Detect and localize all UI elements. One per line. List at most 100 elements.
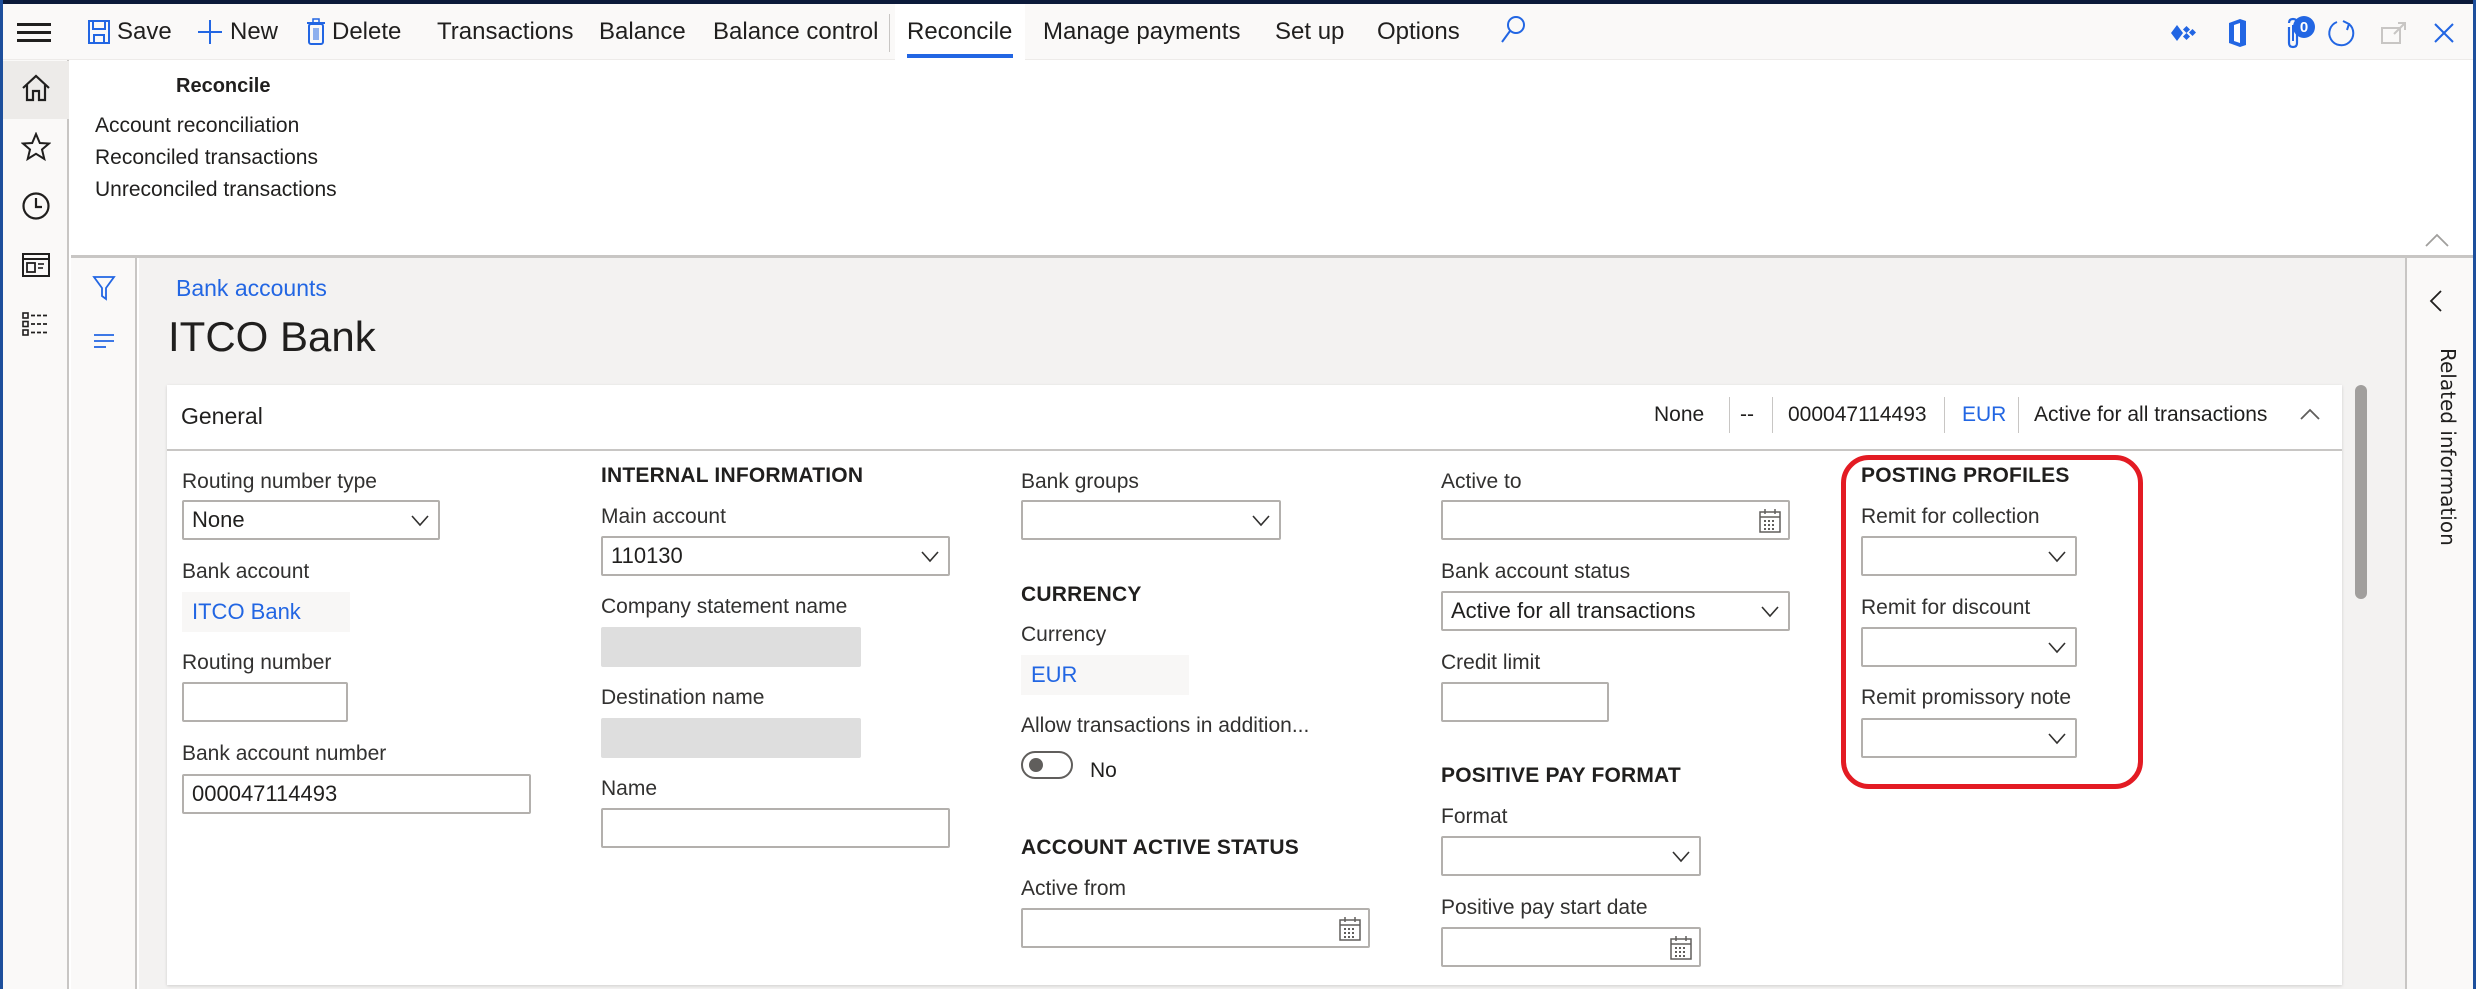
company-statement-name-field — [601, 627, 861, 667]
account-active-status-heading: ACCOUNT ACTIVE STATUS — [1021, 836, 1299, 859]
breadcrumb-bank-accounts[interactable]: Bank accounts — [176, 275, 327, 302]
office-icon[interactable] — [2220, 16, 2254, 50]
power-apps-icon[interactable] — [2166, 16, 2200, 50]
menu-item-account-reconciliation[interactable]: Account reconciliation — [95, 114, 299, 138]
currency-value[interactable]: EUR — [1021, 655, 1189, 695]
allow-transactions-label: Allow transactions in addition... — [1021, 714, 1310, 737]
refresh-icon[interactable] — [2325, 16, 2359, 50]
destination-name-label: Destination name — [601, 686, 765, 709]
routing-number-input[interactable] — [182, 682, 348, 722]
name-label: Name — [601, 777, 658, 800]
calendar-icon[interactable] — [1669, 935, 1693, 961]
bank-account-status-value: Active for all transactions — [1451, 598, 1696, 623]
menu-item-unreconciled-transactions[interactable]: Unreconciled transactions — [95, 178, 337, 202]
save-button[interactable]: Save — [87, 4, 172, 60]
collapse-action-pane-button[interactable] — [2424, 228, 2452, 248]
bank-account-number-value: 000047114493 — [192, 781, 338, 806]
vertical-scrollbar[interactable] — [2355, 385, 2367, 599]
save-icon — [87, 19, 111, 45]
internal-information-heading: INTERNAL INFORMATION — [601, 464, 864, 487]
currency-label: Currency — [1021, 623, 1107, 646]
tab-reconcile[interactable]: Reconcile — [895, 4, 1025, 60]
summary-status: Active for all transactions — [2034, 403, 2268, 426]
search-button[interactable] — [1499, 4, 1527, 60]
clock-icon — [21, 191, 51, 226]
tab-balance-control[interactable]: Balance control — [713, 4, 878, 60]
active-to-label: Active to — [1441, 470, 1522, 493]
save-label: Save — [117, 18, 172, 45]
bank-groups-select[interactable] — [1021, 500, 1281, 540]
summary-separator — [1729, 397, 1730, 433]
home-icon — [21, 74, 51, 107]
summary-separator — [1772, 397, 1773, 433]
name-input[interactable] — [601, 808, 950, 848]
chevron-up-icon[interactable] — [2295, 399, 2325, 429]
tab-balance[interactable]: Balance — [599, 4, 686, 60]
credit-limit-label: Credit limit — [1441, 651, 1541, 674]
star-icon — [20, 130, 52, 167]
chevron-down-icon — [1761, 606, 1779, 618]
bank-account-status-select[interactable]: Active for all transactions — [1441, 591, 1790, 631]
calendar-icon[interactable] — [1338, 916, 1362, 942]
delete-button[interactable]: Delete — [306, 4, 401, 60]
format-select[interactable] — [1441, 836, 1701, 876]
nav-recent[interactable] — [3, 179, 69, 237]
summary-currency[interactable]: EUR — [1962, 397, 2006, 433]
nav-home[interactable] — [3, 61, 69, 119]
format-label: Format — [1441, 805, 1508, 828]
delete-label: Delete — [332, 18, 402, 45]
toggle-knob — [1029, 758, 1043, 772]
open-in-new-window-icon[interactable] — [2377, 16, 2411, 50]
positive-pay-start-date-input[interactable] — [1441, 927, 1701, 967]
show-list-icon[interactable] — [87, 324, 121, 358]
chevron-left-icon[interactable] — [2426, 288, 2454, 316]
filter-pane — [71, 258, 137, 989]
tab-transactions[interactable]: Transactions — [437, 4, 574, 60]
fasttab-header[interactable]: General None -- 000047114493 EUR Active … — [167, 385, 2342, 451]
attachments-count-badge: 0 — [2293, 16, 2315, 38]
main-account-label: Main account — [601, 505, 726, 528]
menu-item-reconciled-transactions[interactable]: Reconciled transactions — [95, 146, 318, 170]
action-pane: Save New Delete Transactions Balance Bal… — [3, 4, 2473, 60]
bank-account-status-label: Bank account status — [1441, 560, 1631, 583]
filter-icon[interactable] — [87, 271, 121, 305]
trash-icon — [306, 18, 326, 46]
routing-number-type-value: None — [192, 507, 245, 532]
active-to-input[interactable] — [1441, 500, 1790, 540]
nav-modules[interactable] — [3, 297, 69, 355]
active-from-label: Active from — [1021, 877, 1127, 900]
allow-transactions-value: No — [1090, 759, 1117, 782]
summary-separator — [2018, 397, 2019, 433]
bank-account-number-label: Bank account number — [182, 742, 387, 765]
tab-manage-payments[interactable]: Manage payments — [1043, 4, 1240, 60]
active-from-input[interactable] — [1021, 908, 1370, 948]
credit-limit-input[interactable] — [1441, 682, 1609, 722]
bank-groups-label: Bank groups — [1021, 470, 1139, 493]
positive-pay-format-heading: POSITIVE PAY FORMAT — [1441, 764, 1681, 787]
close-icon[interactable] — [2427, 16, 2461, 50]
routing-number-type-select[interactable]: None — [182, 500, 440, 540]
plus-icon — [196, 18, 224, 46]
reconcile-flyout — [71, 60, 2473, 255]
navigation-pane — [3, 60, 69, 989]
new-label: New — [230, 18, 279, 45]
bank-account-label: Bank account — [182, 560, 310, 583]
tab-set-up[interactable]: Set up — [1275, 4, 1344, 60]
main-account-select[interactable]: 110130 — [601, 536, 950, 576]
nav-workspaces[interactable] — [3, 238, 69, 296]
bank-account-value[interactable]: ITCO Bank — [182, 592, 350, 632]
routing-number-label: Routing number — [182, 651, 332, 674]
summary-account-number: 000047114493 — [1788, 403, 1927, 426]
bank-account-number-input[interactable]: 000047114493 — [182, 774, 531, 814]
chevron-down-icon — [921, 551, 939, 563]
related-information-label[interactable]: Related information — [2420, 348, 2460, 568]
summary-routing-type: None — [1654, 403, 1705, 426]
search-icon — [1499, 14, 1527, 51]
tab-options[interactable]: Options — [1377, 4, 1460, 60]
nav-favorites[interactable] — [3, 120, 69, 178]
allow-transactions-toggle[interactable] — [1021, 751, 1073, 779]
new-button[interactable]: New — [196, 4, 278, 60]
calendar-icon[interactable] — [1758, 508, 1782, 534]
hamburger-menu-icon[interactable] — [17, 18, 51, 48]
positive-pay-start-date-label: Positive pay start date — [1441, 896, 1648, 919]
